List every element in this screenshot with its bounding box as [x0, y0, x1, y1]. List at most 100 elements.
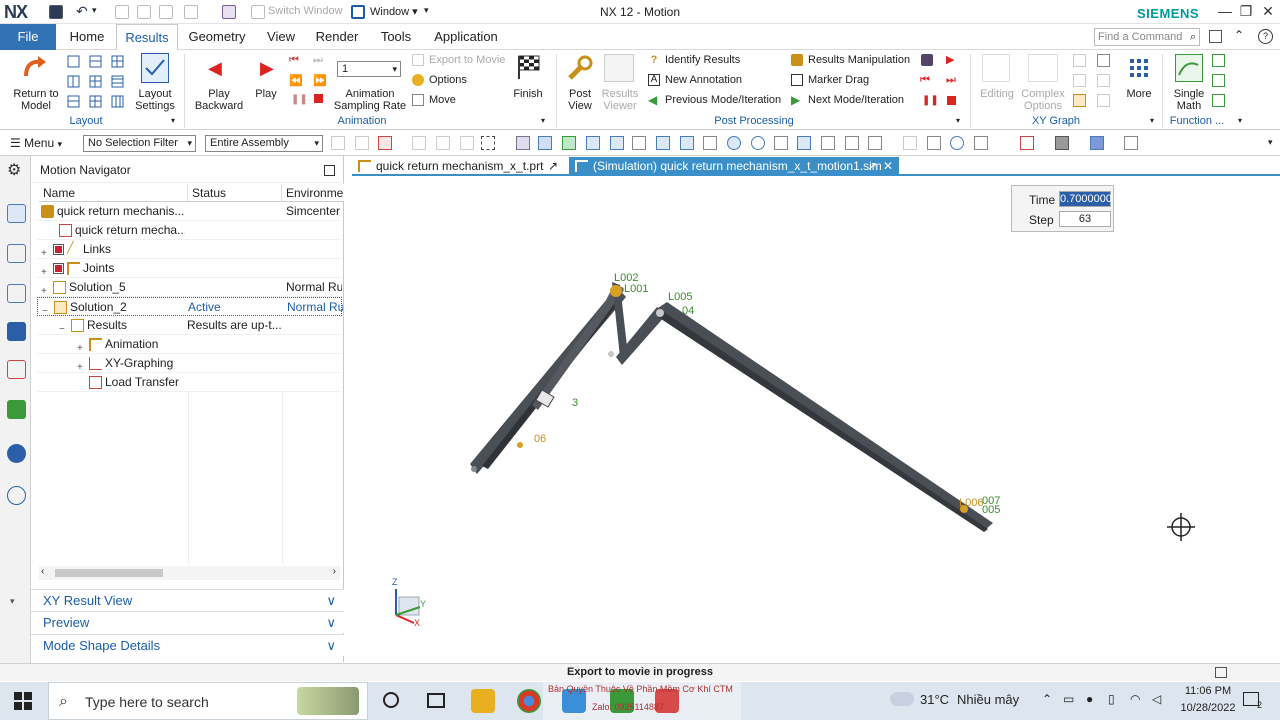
tree-row-sim[interactable]: quick return mechanis... Simcenter M	[37, 202, 342, 221]
tree-row-xy-graphing[interactable]: + XY-Graphing	[37, 354, 342, 373]
last-frame-icon[interactable]: ⏭	[946, 74, 956, 87]
wifi-icon[interactable]: ◠	[1130, 692, 1140, 706]
solid-body-icon[interactable]	[516, 136, 530, 150]
network-icon[interactable]: ▭	[1063, 692, 1074, 706]
scroll-thumb[interactable]	[55, 569, 163, 577]
move-button[interactable]: Move	[412, 92, 456, 108]
layout-group-dropdown-icon[interactable]: ▾	[171, 116, 175, 125]
results-manipulation-button[interactable]: Results Manipulation	[791, 52, 910, 68]
line-icon[interactable]	[610, 136, 624, 150]
time-input[interactable]: 0.7000000	[1059, 191, 1112, 207]
play-button[interactable]: Play	[252, 88, 280, 100]
function-tool-icon[interactable]	[1212, 54, 1225, 67]
mode-shape-details-section[interactable]: Mode Shape Details ∨	[31, 634, 344, 656]
task-view-icon[interactable]	[427, 693, 445, 708]
chrome-icon[interactable]	[517, 689, 541, 713]
tab-home[interactable]: Home	[62, 24, 112, 50]
windows-start-icon[interactable]	[14, 692, 32, 710]
preview-section[interactable]: Preview ∨	[31, 611, 344, 633]
tree-row-links[interactable]: + ╱ Links	[37, 240, 342, 259]
shaded-view-icon[interactable]	[1090, 136, 1104, 150]
xy-tool-icon[interactable]	[1073, 94, 1086, 107]
next-mode-button[interactable]: ▶ Next Mode/Iteration	[791, 92, 904, 108]
maximize-panel-icon[interactable]	[324, 165, 335, 176]
identify-results-button[interactable]: ? Identify Results	[648, 52, 741, 68]
reuse-library-icon[interactable]	[7, 360, 26, 379]
web-browser-icon[interactable]	[7, 486, 26, 505]
function-tool-icon[interactable]	[1212, 74, 1225, 87]
rectangle-select-icon[interactable]	[481, 136, 495, 150]
function-tool-icon[interactable]	[1212, 94, 1225, 107]
selection-filter-select[interactable]: No Selection Filter ▾	[83, 135, 196, 152]
select-tool-icon[interactable]	[331, 136, 345, 150]
tab-simulation-file[interactable]: (Simulation) quick return mechanism_x_t_…	[569, 157, 899, 176]
weather-description[interactable]: Nhiều mây	[957, 692, 1019, 707]
step-forward-icon[interactable]: ⏩	[313, 74, 327, 87]
settings-gear-icon[interactable]: ⚙	[7, 160, 21, 180]
options-button[interactable]: Options	[412, 72, 467, 88]
rewind-to-start-icon[interactable]: ⏮	[289, 54, 299, 67]
circle-icon[interactable]	[751, 136, 765, 150]
minimize-button[interactable]: —	[1214, 3, 1236, 19]
tab-part-file[interactable]: quick return mechanism_x_t.prt ↗	[352, 157, 564, 176]
tab-geometry[interactable]: Geometry	[184, 24, 250, 50]
post-processing-dropdown-icon[interactable]: ▾	[956, 116, 960, 125]
collapse-ribbon-icon[interactable]: ⌃	[1234, 28, 1244, 42]
tab-view[interactable]: View	[260, 24, 302, 50]
tree-row-solution-2[interactable]: − Solution_2 Active Normal Ru	[37, 297, 343, 317]
clock-time[interactable]: 11:06 PM	[1172, 685, 1244, 697]
export-to-movie-button[interactable]: Export to Movie	[412, 52, 505, 68]
tree-row-joints[interactable]: + Joints	[37, 259, 342, 278]
assembly-navigator-icon[interactable]	[7, 244, 26, 263]
tree-row-results[interactable]: − Results Results are up-t...	[37, 316, 342, 335]
tab-tools[interactable]: Tools	[374, 24, 418, 50]
assembly-scope-select[interactable]: Entire Assembly ▾	[205, 135, 323, 152]
function-group-dropdown-icon[interactable]: ▾	[1238, 116, 1242, 125]
face-icon[interactable]	[538, 136, 552, 150]
tree-row-animation[interactable]: + Animation	[37, 335, 342, 354]
xy-tool-icon[interactable]	[1097, 94, 1110, 107]
history-icon[interactable]	[7, 400, 26, 419]
select-tool-icon[interactable]	[436, 136, 450, 150]
center-point-icon[interactable]	[727, 136, 741, 150]
post-view-button[interactable]: Post View	[562, 88, 598, 112]
tree-row-load-transfer[interactable]: Load Transfer	[37, 373, 342, 392]
layout-view-icon[interactable]	[1020, 136, 1034, 150]
select-tool-icon[interactable]	[355, 136, 369, 150]
view-tool-icon[interactable]	[974, 136, 988, 150]
sampling-rate-select[interactable]: 1 ▾	[337, 61, 401, 77]
column-name[interactable]: Name	[39, 184, 188, 202]
spline-icon[interactable]	[680, 136, 694, 150]
visibility-icon[interactable]	[1124, 136, 1138, 150]
xy-tool-icon[interactable]	[1097, 54, 1110, 67]
first-frame-icon[interactable]: ⏮	[920, 74, 930, 87]
stop-icon[interactable]	[314, 94, 323, 103]
tree-row-solution-5[interactable]: + Solution_5 Normal Ru	[37, 278, 342, 297]
select-tool-icon[interactable]	[412, 136, 426, 150]
editing-button[interactable]: Editing	[976, 88, 1018, 100]
curve-icon[interactable]	[632, 136, 646, 150]
tray-overflow-icon[interactable]: ⌃	[1042, 692, 1052, 706]
book-icon[interactable]	[868, 136, 882, 150]
play-small-icon[interactable]: ▶	[946, 53, 954, 66]
volume-icon[interactable]: ◁	[1152, 692, 1161, 706]
point-icon[interactable]	[703, 136, 717, 150]
graphics-viewport[interactable]: L002 L001 L005 04 3 06 L006 007 005 Z Y …	[352, 177, 1280, 664]
tree-row-assembly[interactable]: quick return mecha...	[37, 221, 342, 240]
edge-icon[interactable]	[821, 136, 835, 150]
file-explorer-icon[interactable]	[471, 689, 495, 713]
restore-button[interactable]: ❐	[1235, 3, 1257, 20]
step-back-icon[interactable]: ⏪	[289, 74, 303, 87]
tab-application[interactable]: Application	[430, 24, 502, 50]
menu-button[interactable]: ☰ Menu ▾	[10, 136, 62, 150]
return-to-model-button[interactable]: Return to Model	[8, 88, 64, 112]
finish-button[interactable]: Finish	[510, 88, 546, 100]
xy-graph-dropdown-icon[interactable]: ▾	[1150, 116, 1154, 125]
resource-bar-more-icon[interactable]: ▾	[10, 596, 15, 607]
results-viewer-button[interactable]: Results Viewer	[598, 88, 642, 112]
render-style-icon[interactable]	[1055, 136, 1069, 150]
tab-render[interactable]: Render	[312, 24, 362, 50]
stop-small-icon[interactable]	[947, 96, 956, 105]
toolbar-overflow-icon[interactable]: ▾	[1268, 137, 1273, 148]
tab-close-icon[interactable]: ✕	[883, 157, 893, 175]
